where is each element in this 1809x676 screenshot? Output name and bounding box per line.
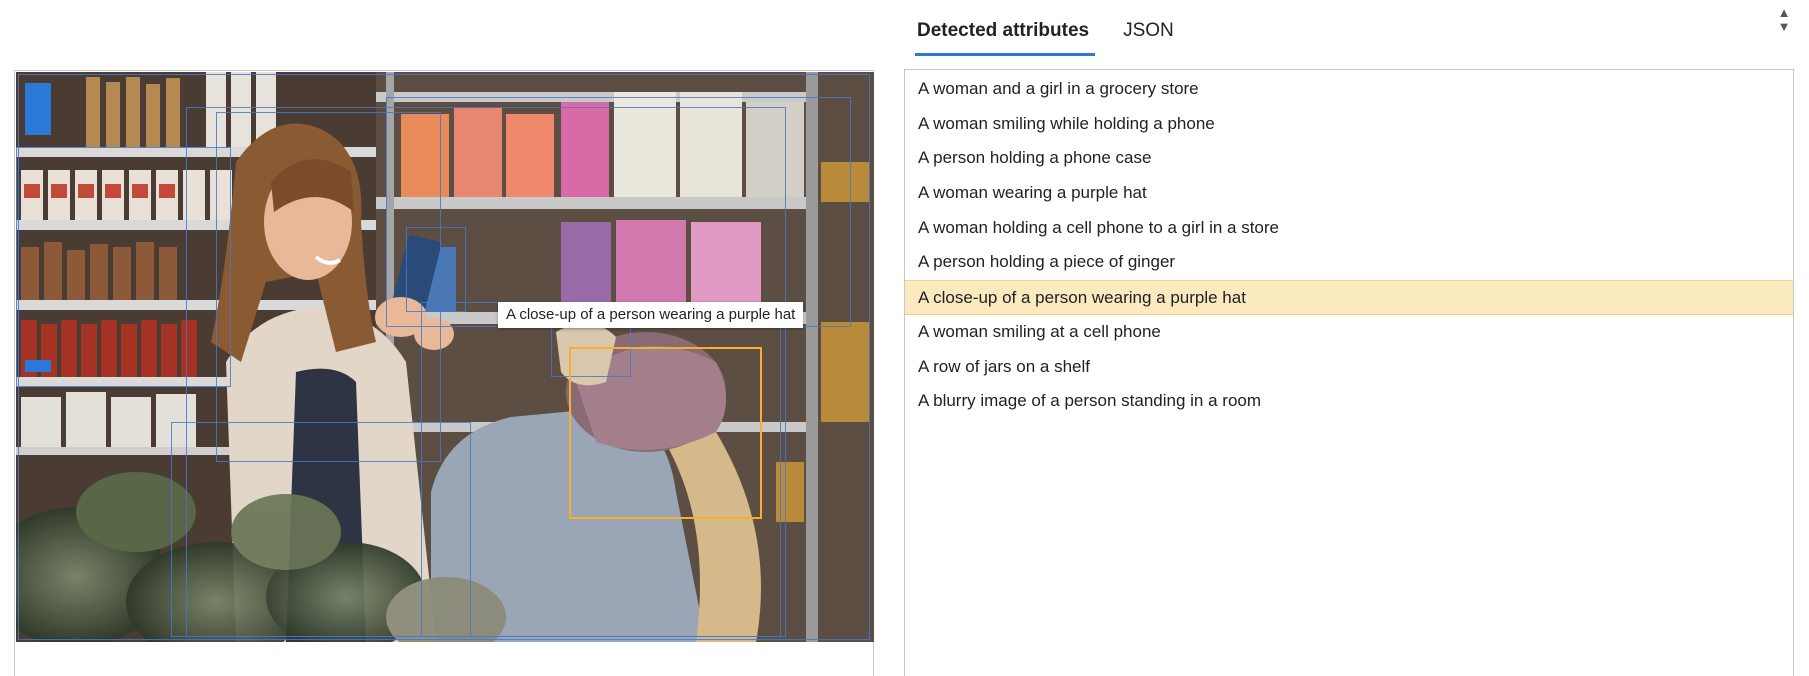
list-item[interactable]: A blurry image of a person standing in a…: [905, 384, 1793, 419]
bbox-row-of-jars[interactable]: [16, 147, 231, 387]
list-item[interactable]: A person holding a phone case: [905, 141, 1793, 176]
list-item[interactable]: A person holding a piece of ginger: [905, 245, 1793, 280]
scroll-down-icon[interactable]: ▼: [1776, 20, 1792, 34]
list-item[interactable]: A woman smiling while holding a phone: [905, 107, 1793, 142]
app-page: A close-up of a person wearing a purple …: [0, 0, 1809, 676]
list-item-selected[interactable]: A close-up of a person wearing a purple …: [905, 280, 1793, 315]
bbox-blurry-person[interactable]: [171, 422, 471, 637]
corner-marker: [25, 83, 51, 135]
bbox-tooltip: A close-up of a person wearing a purple …: [498, 302, 804, 328]
tab-bar: Detected attributes JSON: [915, 0, 1206, 56]
store-photo: A close-up of a person wearing a purple …: [16, 72, 874, 642]
list-item[interactable]: A woman and a girl in a grocery store: [905, 72, 1793, 107]
corner-marker-small: [25, 360, 51, 372]
list-item[interactable]: A woman wearing a purple hat: [905, 176, 1793, 211]
tab-detected-attributes[interactable]: Detected attributes: [915, 20, 1096, 56]
bbox-close-up-purple-hat[interactable]: [569, 347, 762, 519]
scroll-control: ▲ ▼: [1776, 6, 1792, 50]
bbox-shelf-right[interactable]: [386, 97, 851, 327]
list-item[interactable]: A woman holding a cell phone to a girl i…: [905, 211, 1793, 246]
list-item[interactable]: A woman smiling at a cell phone: [905, 315, 1793, 350]
scroll-up-icon[interactable]: ▲: [1776, 6, 1792, 20]
attribute-list: A woman and a girl in a grocery store A …: [904, 69, 1794, 676]
tab-json[interactable]: JSON: [1121, 20, 1176, 56]
image-panel: A close-up of a person wearing a purple …: [14, 70, 874, 676]
list-item[interactable]: A row of jars on a shelf: [905, 350, 1793, 385]
